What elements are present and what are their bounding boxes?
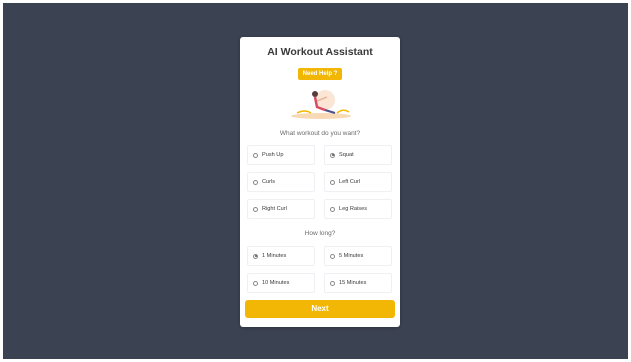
workout-option-right-curl[interactable]: Right Curl: [247, 199, 315, 219]
duration-option-15-minutes[interactable]: 15 Minutes: [324, 273, 392, 293]
app-title: AI Workout Assistant: [267, 46, 373, 58]
option-label: Leg Raises: [339, 206, 367, 212]
workout-card: AI Workout Assistant Need Help ? What wo…: [240, 37, 400, 327]
radio-icon: [253, 152, 258, 158]
workout-option-left-curl[interactable]: Left Curl: [324, 172, 392, 192]
workout-question: What workout do you want?: [279, 130, 361, 137]
option-label: 10 Minutes: [262, 280, 290, 286]
option-label: Squat: [339, 152, 354, 158]
option-label: Push Up: [262, 152, 284, 158]
option-label: Curls: [262, 179, 276, 185]
radio-icon: [253, 280, 258, 286]
workout-option-curls[interactable]: Curls: [247, 172, 315, 192]
next-button[interactable]: Next: [245, 300, 395, 318]
workout-option-squat[interactable]: Squat: [324, 145, 392, 165]
duration-option-1-minute[interactable]: 1 Minutes: [247, 246, 315, 266]
radio-icon: [330, 253, 335, 259]
radio-icon: [330, 280, 335, 286]
radio-checked-icon: [330, 152, 335, 158]
radio-icon: [330, 179, 335, 185]
duration-option-10-minutes[interactable]: 10 Minutes: [247, 273, 315, 293]
radio-icon: [253, 179, 258, 185]
workout-option-push-up[interactable]: Push Up: [247, 145, 315, 165]
yoga-illustration: [291, 90, 351, 119]
option-label: 1 Minutes: [262, 253, 287, 259]
radio-icon: [253, 206, 258, 212]
option-label: 5 Minutes: [339, 253, 364, 259]
radio-checked-icon: [253, 253, 258, 259]
duration-question: How long?: [304, 230, 336, 237]
duration-option-5-minutes[interactable]: 5 Minutes: [324, 246, 392, 266]
option-label: Left Curl: [339, 179, 361, 185]
workout-option-leg-raises[interactable]: Leg Raises: [324, 199, 392, 219]
option-label: Right Curl: [262, 206, 287, 212]
option-label: 15 Minutes: [339, 280, 367, 286]
need-help-button[interactable]: Need Help ?: [298, 68, 342, 80]
page-background: AI Workout Assistant Need Help ? What wo…: [3, 3, 628, 359]
radio-icon: [330, 206, 335, 212]
